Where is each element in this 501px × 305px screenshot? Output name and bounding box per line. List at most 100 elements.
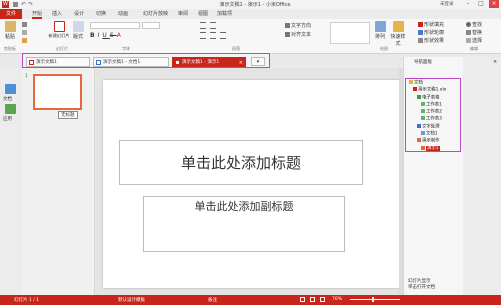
menu-view[interactable]: 视图 xyxy=(198,10,208,17)
arrange-button[interactable]: 排列 xyxy=(373,21,387,40)
title-placeholder-text: 单击此处添加标题 xyxy=(180,154,301,172)
nav-item-word[interactable]: 文字处理 xyxy=(409,123,446,131)
replace-button[interactable]: 替换 xyxy=(466,29,482,36)
zoom-level: 76% xyxy=(332,297,343,302)
menu-insert[interactable]: 插入 xyxy=(52,10,62,17)
minimize-button[interactable]: – xyxy=(463,0,473,8)
find-label: 查找 xyxy=(472,22,483,28)
format-painter-button[interactable] xyxy=(21,38,29,44)
presentation-file-icon xyxy=(29,60,34,65)
group-label-drawing: 绘图 xyxy=(380,46,388,51)
align-text-button[interactable]: 对齐文本 xyxy=(285,31,311,38)
quick-access-save-icon[interactable] xyxy=(13,2,18,7)
select-button[interactable]: 选择 xyxy=(466,37,482,44)
numbering-icon[interactable] xyxy=(210,22,216,29)
nav-item-sheet1[interactable]: 工作表1 xyxy=(409,101,446,109)
align-right-icon[interactable] xyxy=(220,32,226,39)
search-icon xyxy=(466,22,471,27)
apps-icon[interactable] xyxy=(5,104,16,114)
zoom-slider[interactable] xyxy=(350,299,400,300)
font-name-combo[interactable] xyxy=(90,22,140,29)
zoom-slider-thumb[interactable] xyxy=(372,297,374,302)
subtitle-placeholder-text: 单击此处添加副标题 xyxy=(194,200,294,213)
find-button[interactable]: 查找 xyxy=(466,21,482,28)
font-size-combo[interactable] xyxy=(142,22,160,29)
text-direction-icon xyxy=(285,23,290,28)
layout-button[interactable]: 版式 xyxy=(71,21,85,40)
group-label-slides: 幻灯片 xyxy=(56,46,68,51)
title-bar: W ↶ ↷ 演示文稿1 - 演示1 - 小米Office 未登录 – □ × xyxy=(0,0,501,9)
new-tab-dropdown-icon[interactable]: ▾ xyxy=(251,57,265,66)
doc-tab-label: 演示文稿1 - 演示1 xyxy=(182,60,220,65)
bullets-icon[interactable] xyxy=(200,22,206,29)
menu-transitions[interactable]: 切换 xyxy=(96,10,106,17)
align-text-icon xyxy=(285,32,290,37)
doc-tab-presentation[interactable]: 演示文稿1 xyxy=(26,57,90,67)
menu-review[interactable]: 审阅 xyxy=(178,10,188,17)
strikethrough-button[interactable]: S xyxy=(110,32,117,39)
apps-label: 应用 xyxy=(3,117,12,122)
shapes-gallery[interactable] xyxy=(330,22,370,44)
quick-access-undo-icon[interactable]: ↶ xyxy=(21,2,26,8)
nav-item-presentation[interactable]: 演示制作 xyxy=(409,138,446,145)
view-sorter-icon[interactable] xyxy=(310,297,315,302)
copy-button[interactable] xyxy=(21,30,29,36)
thumbnail-number: 1 xyxy=(25,74,28,79)
maximize-button[interactable]: □ xyxy=(476,0,486,8)
menu-home[interactable]: 开始 xyxy=(32,10,43,19)
panel-pin-icon[interactable]: × xyxy=(493,59,497,65)
menu-animations[interactable]: 动画 xyxy=(118,10,128,17)
shape-outline-button[interactable]: 形状轮廓 xyxy=(418,29,444,36)
quick-styles-icon xyxy=(392,21,404,32)
slide-icon xyxy=(421,145,425,150)
nav-item-sheet3[interactable]: 工作表3 xyxy=(409,116,446,123)
text-direction-button[interactable]: 文字方向 xyxy=(285,22,311,29)
slide[interactable]: 单击此处添加标题 单击此处添加副标题 xyxy=(103,80,403,288)
nav-item-sheet2[interactable]: 工作表2 xyxy=(409,109,446,116)
nav-pane-header: 导航面板 xyxy=(414,60,432,65)
copy-icon xyxy=(22,30,27,35)
title-placeholder[interactable]: 单击此处添加标题 xyxy=(119,140,363,185)
paste-icon xyxy=(4,21,16,32)
nav-item-spreadsheet[interactable]: 电子表格 xyxy=(409,94,446,102)
align-center-icon[interactable] xyxy=(210,32,216,39)
menu-file[interactable]: 文件 xyxy=(0,9,22,19)
menu-design[interactable]: 设计 xyxy=(74,10,84,17)
doc-tab-slideshow[interactable]: 演示文稿1 - 演示1 × xyxy=(172,57,246,67)
quick-access-redo-icon[interactable]: ↷ xyxy=(28,2,33,8)
menu-addins[interactable]: 加载项 xyxy=(217,10,232,17)
nav-item-docs[interactable]: 文档 xyxy=(409,80,446,87)
nav-item-file[interactable]: 演示文稿1.elo xyxy=(409,87,446,94)
view-normal-icon[interactable] xyxy=(300,297,305,302)
font-color-button[interactable]: A xyxy=(117,32,124,39)
new-slide-button[interactable]: 新建幻灯片 xyxy=(48,21,70,39)
documents-icon[interactable] xyxy=(5,84,16,94)
window-controls: – □ × xyxy=(463,0,499,8)
close-button[interactable]: × xyxy=(489,0,499,8)
nav-footer-open[interactable]: 单击打开文档 xyxy=(408,285,435,291)
paste-button[interactable]: 粘贴 xyxy=(2,21,18,40)
window-title: 演示文稿1 - 演示1 - 小米Office xyxy=(219,2,291,8)
doc-tab-document[interactable]: 演示文稿1 - 文档1 xyxy=(93,57,169,67)
quick-styles-button[interactable]: 快速样式 xyxy=(389,21,407,47)
user-label[interactable]: 未登录 xyxy=(440,1,454,7)
underline-button[interactable]: U xyxy=(102,32,109,39)
menu-slideshow[interactable]: 幻灯片放映 xyxy=(143,10,168,17)
nav-item-slide1[interactable]: 演示1 xyxy=(409,145,446,153)
bold-button[interactable]: B xyxy=(90,32,98,39)
view-slideshow-icon[interactable] xyxy=(320,297,325,302)
align-left-icon[interactable] xyxy=(200,32,206,39)
app-logo[interactable]: W xyxy=(2,1,9,8)
subtitle-placeholder[interactable]: 单击此处添加副标题 xyxy=(143,196,345,252)
notes-button[interactable]: 备注 xyxy=(208,297,217,303)
nav-item-doc1[interactable]: 文档1 xyxy=(409,131,446,138)
close-tab-icon[interactable]: × xyxy=(239,58,243,68)
cut-button[interactable] xyxy=(21,22,29,28)
shape-fill-button[interactable]: 形状填充 xyxy=(418,21,444,28)
shape-effects-button[interactable]: 形状效果 xyxy=(418,37,444,44)
document-tab-bar: 演示文稿1 演示文稿1 - 文档1 演示文稿1 - 演示1 × ▾ xyxy=(22,53,270,68)
presentation-icon xyxy=(417,138,421,143)
arrange-label: 排列 xyxy=(374,34,385,40)
slide-thumbnail[interactable] xyxy=(33,74,82,110)
paragraph-buttons xyxy=(200,22,280,44)
